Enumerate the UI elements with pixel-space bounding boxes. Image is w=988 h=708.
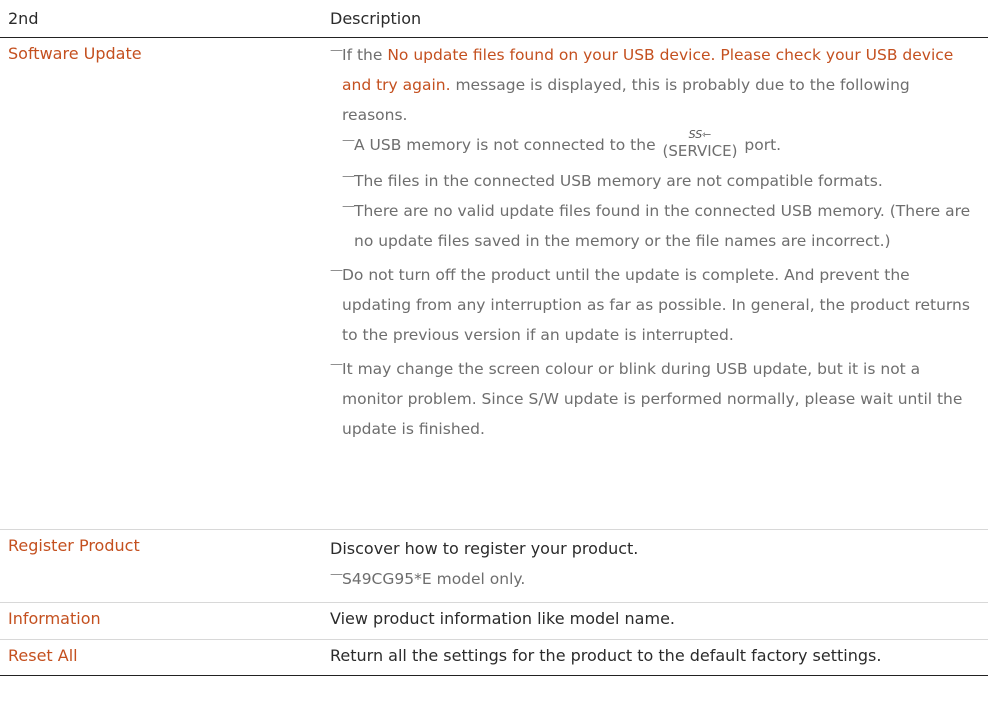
note-dash: — [330, 357, 343, 372]
description-software-update: — If the No update files found on your U… [320, 38, 988, 529]
row-register-product: Register Product Discover how to registe… [0, 530, 988, 603]
description-information: View product information like model name… [330, 609, 675, 628]
usb-service-port-label: SS⇽ (SERVICE) [663, 128, 738, 166]
table-header: 2nd Description [0, 0, 988, 38]
note-model-only: — S49CG95*E model only. [330, 564, 980, 594]
note-dash: — [330, 43, 343, 58]
row-software-update: Software Update — If the No update files… [0, 38, 988, 530]
note-dash: — [330, 567, 343, 582]
row-information: Information View product information lik… [0, 603, 988, 640]
description-register-product: Discover how to register your product. —… [320, 530, 988, 602]
menu-label-register-product: Register Product [8, 536, 140, 555]
description-reset-all: Return all the settings for the product … [330, 646, 882, 665]
note-do-not-turn-off: — Do not turn off the product until the … [330, 260, 980, 350]
note-screen-blink: — It may change the screen colour or bli… [330, 354, 980, 444]
menu-label-information: Information [8, 609, 101, 628]
note-dash: — [330, 263, 343, 278]
usb-icon: SS⇽ [688, 128, 712, 141]
subnote-incompatible-formats: — The files in the connected USB memory … [330, 166, 980, 196]
row-reset-all: Reset All Return all the settings for th… [0, 640, 988, 676]
note-dash: — [342, 199, 355, 214]
menu-label-reset-all: Reset All [8, 646, 78, 665]
note-dash: — [342, 169, 355, 184]
menu-label-software-update: Software Update [8, 44, 142, 63]
header-col-2nd: 2nd [8, 9, 39, 28]
header-col-description: Description [330, 9, 422, 28]
menu-table: 2nd Description Software Update — If the… [0, 0, 988, 676]
note-no-update-files: — If the No update files found on your U… [330, 40, 980, 130]
note-dash: — [342, 133, 355, 148]
subnote-no-valid-files: — There are no valid update files found … [330, 196, 980, 256]
subnote-usb-not-connected: — A USB memory is not connected to the S… [330, 128, 980, 166]
